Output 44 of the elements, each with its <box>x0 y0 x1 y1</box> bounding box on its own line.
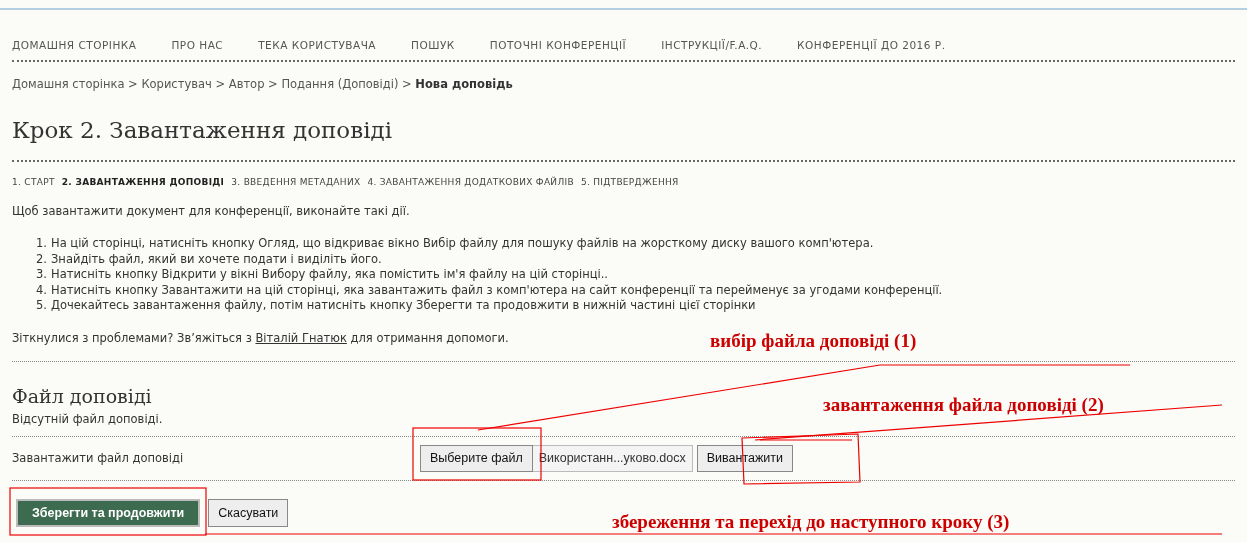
breadcrumb-link[interactable]: Домашня сторінка <box>12 76 125 91</box>
nav-link-item[interactable]: ПОТОЧНІ КОНФЕРЕНЦІЇ <box>489 38 627 54</box>
list-number: 5. <box>36 298 47 314</box>
cancel-button[interactable]: Скасувати <box>208 498 289 528</box>
intro-text: Щоб завантажити документ для конференції, виконайте такі дії. <box>12 203 411 220</box>
nav-link-item[interactable]: ПОШУК <box>411 38 455 54</box>
breadcrumb-current: Нова доповідь <box>415 76 513 91</box>
breadcrumb-separator: > <box>402 76 412 91</box>
instruction-item: Натисніть кнопку Відкрити у вікні Вибору файлу, яка помістить ім'я файлу на цій сторінці.. <box>51 267 609 283</box>
nav-link-item[interactable]: ТЕКА КОРИСТУВАЧА <box>258 38 377 54</box>
list-number: 4. <box>36 282 47 299</box>
step-label: 3. ВВЕДЕННЯ МЕТАДАНИХ <box>231 175 361 189</box>
instruction-item: Натисніть кнопку Завантажити на цій сторінці, яка завантажить файл з комп'ютера на сайт конференції та перейменує за угодами конференції. <box>51 282 943 299</box>
breadcrumb-separator: > <box>215 76 226 91</box>
breadcrumb-separator: > <box>128 76 138 91</box>
list-number: 1. <box>36 236 47 252</box>
breadcrumb-link[interactable]: Подання (Доповіді) <box>281 76 399 91</box>
missing-file-note: Відсутній файл доповіді. <box>12 411 163 426</box>
list-number: 2. <box>36 251 47 268</box>
instruction-item: На цій сторінці, натисніть кнопку Огляд, що відкриває вікно Вибір файлу для пошуку файлів на жорсткому диску вашого комп'ютера. <box>51 236 874 252</box>
save-continue-button[interactable]: Зберегти та продовжити <box>16 498 201 528</box>
nav-link-item[interactable]: ПРО НАС <box>171 38 224 54</box>
step-label: 2. ЗАВАНТАЖЕННЯ ДОПОВІДІ <box>61 175 225 189</box>
annotation-text: збереження та перехід до наступного кроку (3) <box>612 510 1010 534</box>
step-label: 4. ЗАВАНТАЖЕННЯ ДОДАТКОВИХ ФАЙЛІВ <box>367 175 574 189</box>
section-heading: Файл доповіді <box>12 384 152 409</box>
choose-file-button[interactable]: Выберите файл <box>420 444 533 472</box>
page-title: Крок 2. Завантаження доповіді <box>12 116 394 145</box>
contact-link[interactable]: Віталій Гнатюк <box>255 330 347 345</box>
instruction-item: Дочекайтесь завантаження файлу, потім натисніть кнопку Зберегти та продовжити в нижній частині цієї сторінки <box>51 298 756 314</box>
nav-link-item[interactable]: ДОМАШНЯ СТОРІНКА <box>12 38 137 54</box>
annotation-text: вибір файла доповіді (1) <box>710 329 917 353</box>
breadcrumb-link[interactable]: Користувач <box>141 76 212 91</box>
instruction-item: Знайдіть файл, який ви хочете подати і виділіть його. <box>51 251 382 268</box>
breadcrumb-separator: > <box>268 76 278 91</box>
annotation-text: завантаження файла доповіді (2) <box>823 393 1104 417</box>
step-label: 1. СТАРТ <box>12 175 55 189</box>
help-text: Зіткнулися з проблемами? Зв’яжіться з Віталій Гнатюк для отримання допомоги. <box>12 330 509 345</box>
nav-link-item[interactable]: КОНФЕРЕНЦІЇ ДО 2016 Р. <box>797 38 946 54</box>
list-number: 3. <box>36 267 47 283</box>
step-label: 5. ПІДТВЕРДЖЕННЯ <box>580 175 679 189</box>
upload-label: Завантажити файл доповіді <box>12 449 185 467</box>
nav-link-item[interactable]: ІНСТРУКЦІЇ/F.A.Q. <box>661 38 763 54</box>
breadcrumb-link[interactable]: Автор <box>228 76 265 91</box>
